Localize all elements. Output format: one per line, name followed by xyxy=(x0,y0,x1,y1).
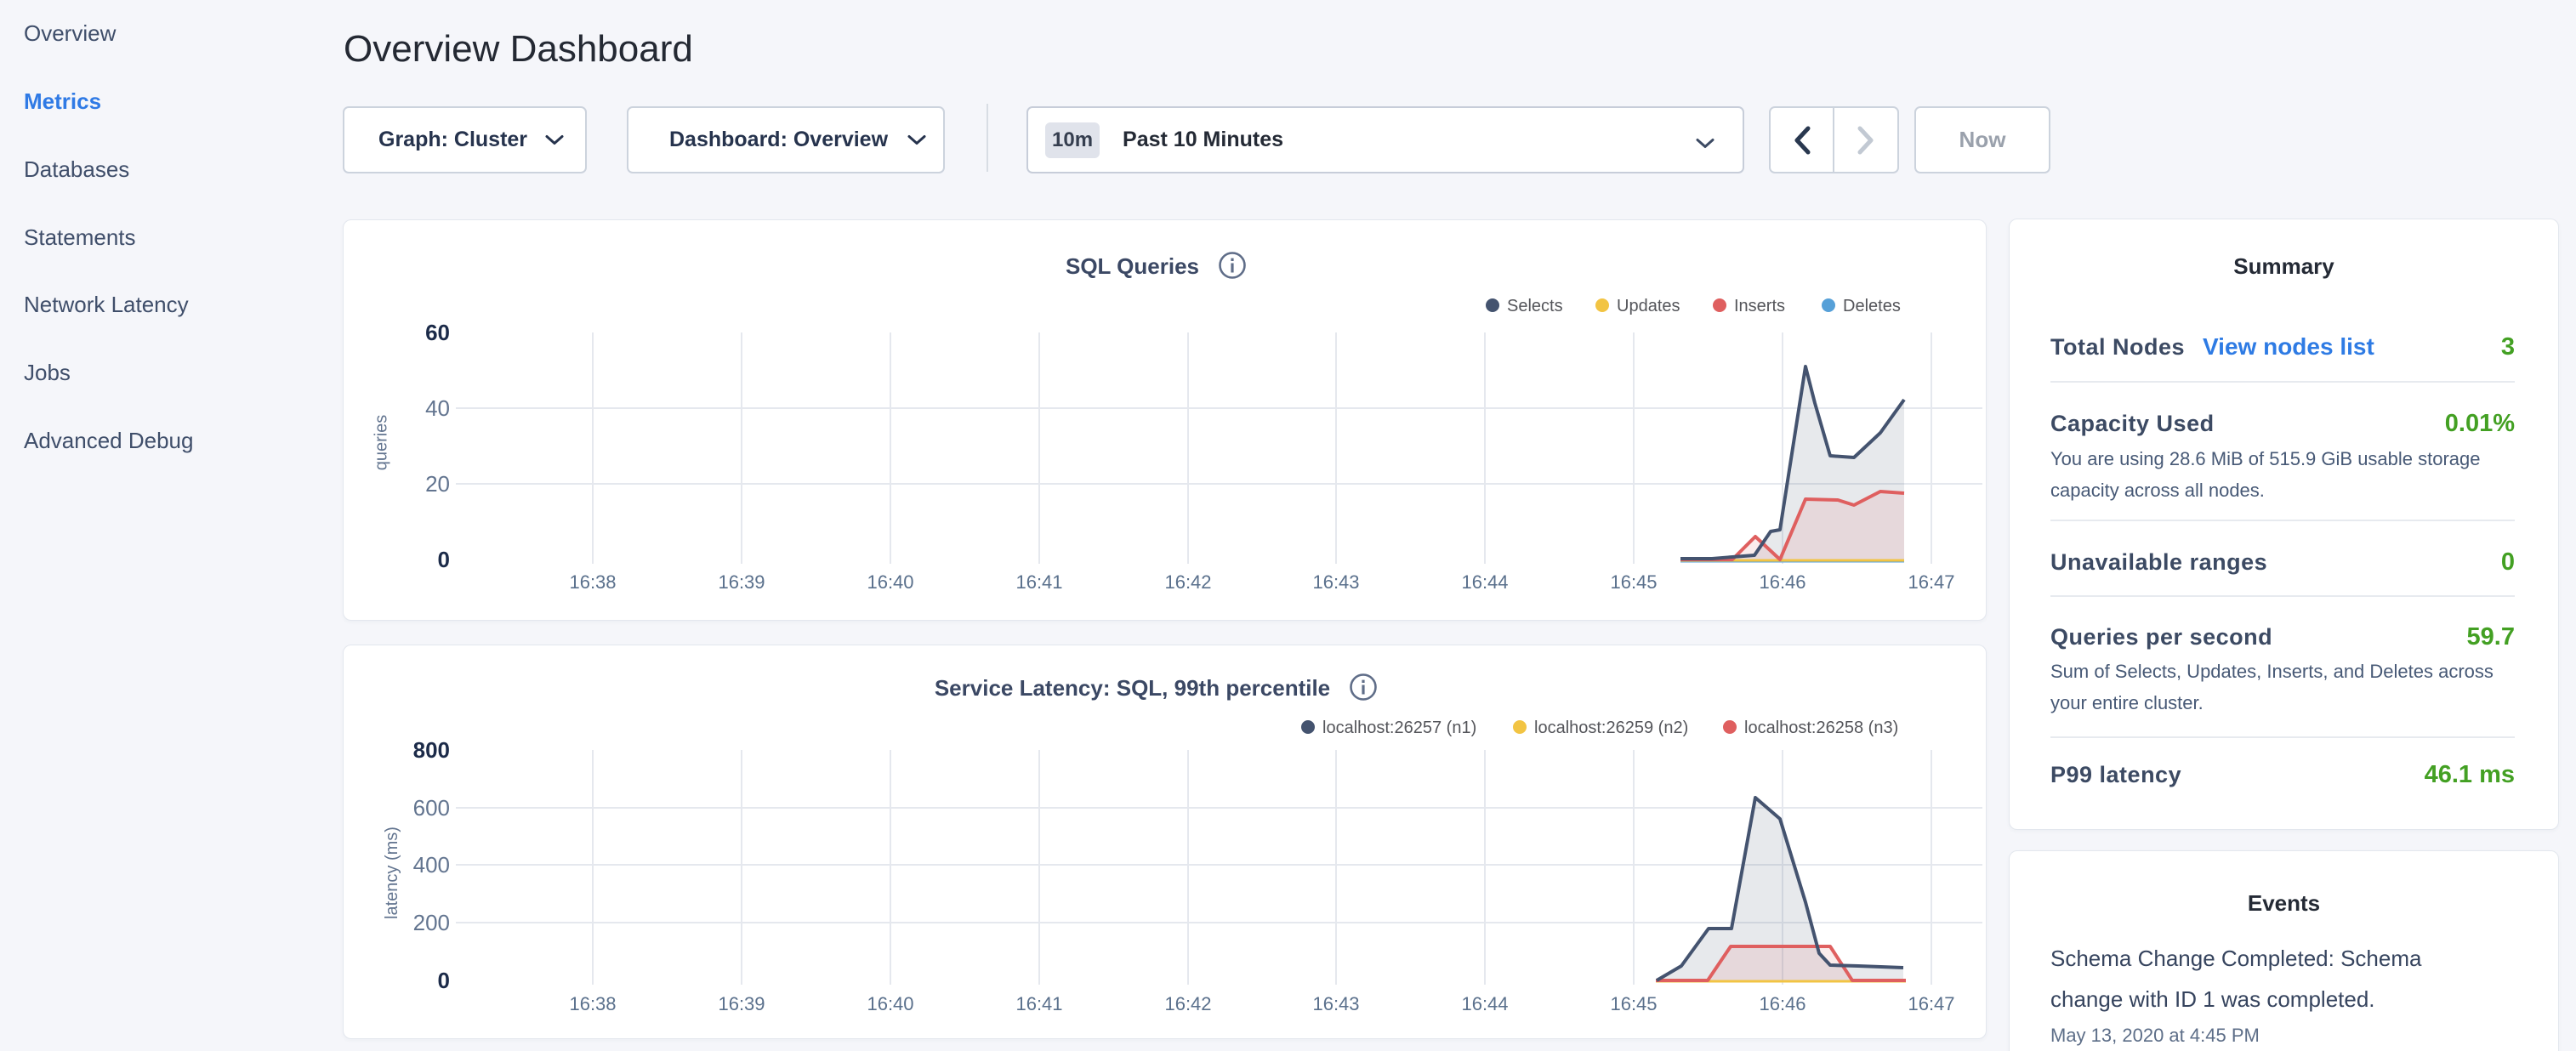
svg-text:20: 20 xyxy=(425,471,450,497)
svg-text:16:47: 16:47 xyxy=(1908,993,1954,1014)
svg-text:200: 200 xyxy=(413,910,450,935)
svg-text:16:47: 16:47 xyxy=(1908,571,1954,593)
svg-text:16:40: 16:40 xyxy=(867,571,913,593)
svg-text:600: 600 xyxy=(413,795,450,821)
svg-text:0: 0 xyxy=(438,968,450,993)
svg-text:Updates: Updates xyxy=(1617,297,1680,315)
svg-text:16:38: 16:38 xyxy=(569,571,616,593)
svg-text:localhost:26258 (n3): localhost:26258 (n3) xyxy=(1744,719,1898,737)
svg-text:16:41: 16:41 xyxy=(1015,993,1062,1014)
svg-text:16:38: 16:38 xyxy=(569,993,616,1014)
svg-text:16:44: 16:44 xyxy=(1461,993,1508,1014)
svg-text:0: 0 xyxy=(438,547,450,572)
svg-text:16:44: 16:44 xyxy=(1461,571,1508,593)
svg-text:60: 60 xyxy=(425,320,450,345)
svg-text:16:45: 16:45 xyxy=(1610,571,1657,593)
svg-text:800: 800 xyxy=(413,737,450,763)
svg-text:Inserts: Inserts xyxy=(1734,297,1785,315)
svg-text:16:39: 16:39 xyxy=(718,993,765,1014)
svg-text:16:43: 16:43 xyxy=(1312,571,1359,593)
svg-text:40: 40 xyxy=(425,395,450,421)
svg-text:16:41: 16:41 xyxy=(1015,571,1062,593)
svg-text:16:39: 16:39 xyxy=(718,571,765,593)
svg-text:400: 400 xyxy=(413,852,450,878)
svg-text:16:46: 16:46 xyxy=(1759,993,1805,1014)
svg-text:16:42: 16:42 xyxy=(1164,993,1211,1014)
svg-text:localhost:26259 (n2): localhost:26259 (n2) xyxy=(1534,719,1688,737)
svg-text:16:40: 16:40 xyxy=(867,993,913,1014)
svg-text:16:43: 16:43 xyxy=(1312,993,1359,1014)
svg-text:localhost:26257 (n1): localhost:26257 (n1) xyxy=(1322,719,1476,737)
svg-text:16:45: 16:45 xyxy=(1610,993,1657,1014)
svg-text:Deletes: Deletes xyxy=(1843,297,1901,315)
svg-text:Selects: Selects xyxy=(1507,297,1563,315)
svg-text:16:42: 16:42 xyxy=(1164,571,1211,593)
svg-text:16:46: 16:46 xyxy=(1759,571,1805,593)
